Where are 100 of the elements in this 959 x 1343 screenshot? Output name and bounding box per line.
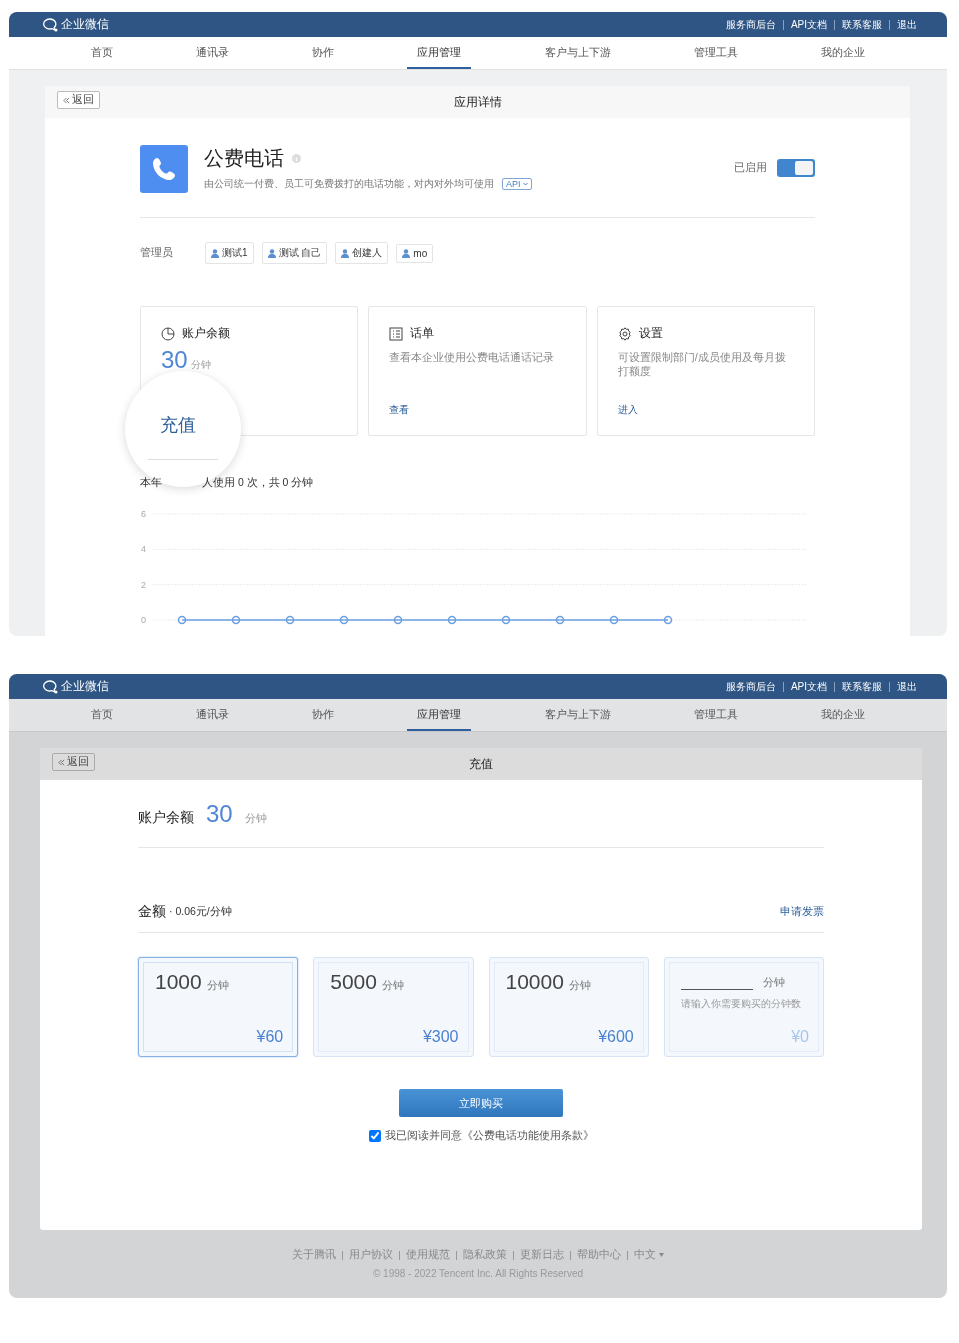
nav-tab[interactable]: 首页 [80,699,123,731]
top-link[interactable]: API文档 [790,17,827,32]
admin-chip[interactable]: 测试1 [205,242,254,264]
package-option[interactable]: 5000 分钟 ¥300 [313,957,474,1057]
data-point [501,615,511,625]
minutes-unit: 分钟 [568,979,591,993]
custom-package-option[interactable]: 分钟 请输入你需要购买的分钟数 ¥0 [663,957,824,1057]
admin-chip[interactable]: 创建人 [335,242,389,264]
top-link[interactable]: 退出 [897,679,917,694]
top-link[interactable]: API文档 [790,679,827,694]
brand-name: 企业微信 [61,678,109,695]
top-link[interactable]: 服务商后台 [725,679,776,694]
nav-tab[interactable]: 首页 [80,37,123,69]
package-option[interactable]: 1000 分钟 ¥60 [138,957,299,1057]
card-description: 查看本企业使用公费电话通话记录 [389,350,556,364]
balance-value: 30 [161,346,188,374]
minutes-unit: 分钟 [206,979,229,993]
top-link[interactable]: 退出 [897,17,917,32]
balance-label: 账户余额 [138,809,194,827]
data-point [339,615,349,625]
nav-tab[interactable]: 我的企业 [811,699,876,731]
double-chevron-icon [63,96,70,104]
chat-bubbles-icon [43,16,59,33]
axis-tick-label: 0 [141,615,146,625]
axis-tick-label: 6 [141,509,146,519]
nav-tab[interactable]: 客户与上下游 [534,699,621,731]
data-point [393,615,403,625]
top-link[interactable]: 服务商后台 [725,17,776,32]
person-icon [267,248,276,258]
agreement-checkbox[interactable] [368,1130,381,1142]
agreement-text: 我已阅读并同意《公费电话功能使用条款》 [384,1129,594,1143]
package-price: ¥600 [598,1028,634,1046]
admins-label: 管理员 [140,246,174,260]
balance-value: 30 [206,800,233,828]
nav-tab[interactable]: 应用管理 [407,37,472,69]
nav-tab[interactable]: 协作 [302,699,345,731]
nav-tab[interactable]: 管理工具 [684,699,749,731]
data-point [177,615,187,625]
data-point [555,615,565,625]
admin-chip[interactable]: 测试 自己 [261,242,328,264]
admin-chip[interactable]: mo [396,243,434,263]
data-point [609,615,619,625]
panel-title: 应用详情 [453,93,502,111]
nav-tab[interactable]: 客户与上下游 [534,37,621,69]
nav-tab[interactable]: 应用管理 [407,699,472,731]
data-point [231,615,241,625]
invoice-link[interactable]: 申请发票 [780,905,824,919]
back-button[interactable]: 返回 [52,753,95,771]
person-icon [341,248,350,258]
nav-tab[interactable]: 我的企业 [811,37,876,69]
app-description: 由公司统一付费、员工可免费拨打的电话功能，对内对外均可使用 [204,177,494,191]
list-icon [389,326,404,341]
phone-app-icon [140,145,188,193]
app-name: 公费电话 [204,146,284,171]
card-link[interactable]: 进入 [617,403,638,417]
chat-bubbles-icon [43,678,59,695]
toggle-switch[interactable] [777,159,815,177]
usage-summary: 本年 [140,476,162,490]
caret-icon [522,182,528,186]
minutes-unit: 分钟 [381,979,404,993]
nav-tab[interactable]: 协作 [302,37,345,69]
nav-tab[interactable]: 通讯录 [185,37,239,69]
buy-button[interactable]: 立即购买 [399,1089,563,1117]
minutes-value: 5000 [330,970,377,994]
balance-unit: 分钟 [190,358,211,372]
card-title: 账户余额 [182,325,230,342]
top-link[interactable]: 联系客服 [842,679,882,694]
package-price: ¥60 [256,1028,284,1046]
card-description: 可设置限制部门/成员使用及每月拨打额度 [617,350,787,378]
person-icon [211,248,219,258]
minutes-value: 1000 [155,970,202,994]
nav-tab[interactable]: 通讯录 [185,699,239,731]
panel-title: 充值 [469,755,493,773]
api-dropdown[interactable]: API [502,178,532,190]
data-point [447,615,457,625]
amount-label: 金额 [138,903,166,921]
rate-text: · 0.06元/分钟 [169,905,232,919]
top-link[interactable]: 联系客服 [842,17,882,32]
data-point [285,615,295,625]
recharge-link[interactable]: 充值 [160,412,196,437]
card-title: 设置 [638,325,663,342]
status-label: 已启用 [734,161,767,175]
package-option[interactable]: 10000 分钟 ¥600 [488,957,649,1057]
axis-tick-label: 4 [141,544,146,555]
card-link[interactable]: 查看 [389,403,410,417]
caret-icon [659,1253,664,1257]
minutes-unit: 分钟 [762,976,785,990]
package-price: ¥300 [422,1028,459,1046]
brand-name: 企业微信 [61,16,109,33]
back-button[interactable]: 返回 [57,91,100,109]
balance-unit: 分钟 [244,812,267,826]
package-price: ¥0 [791,1028,809,1046]
input-hint: 请输入你需要购买的分钟数 [680,997,802,1011]
data-point [663,615,673,625]
nav-tab[interactable]: 管理工具 [684,37,749,69]
minutes-value: 10000 [505,970,564,994]
person-icon [402,248,411,258]
card-title: 话单 [410,325,435,342]
double-chevron-icon [58,758,65,766]
axis-tick-label: 2 [141,579,146,590]
